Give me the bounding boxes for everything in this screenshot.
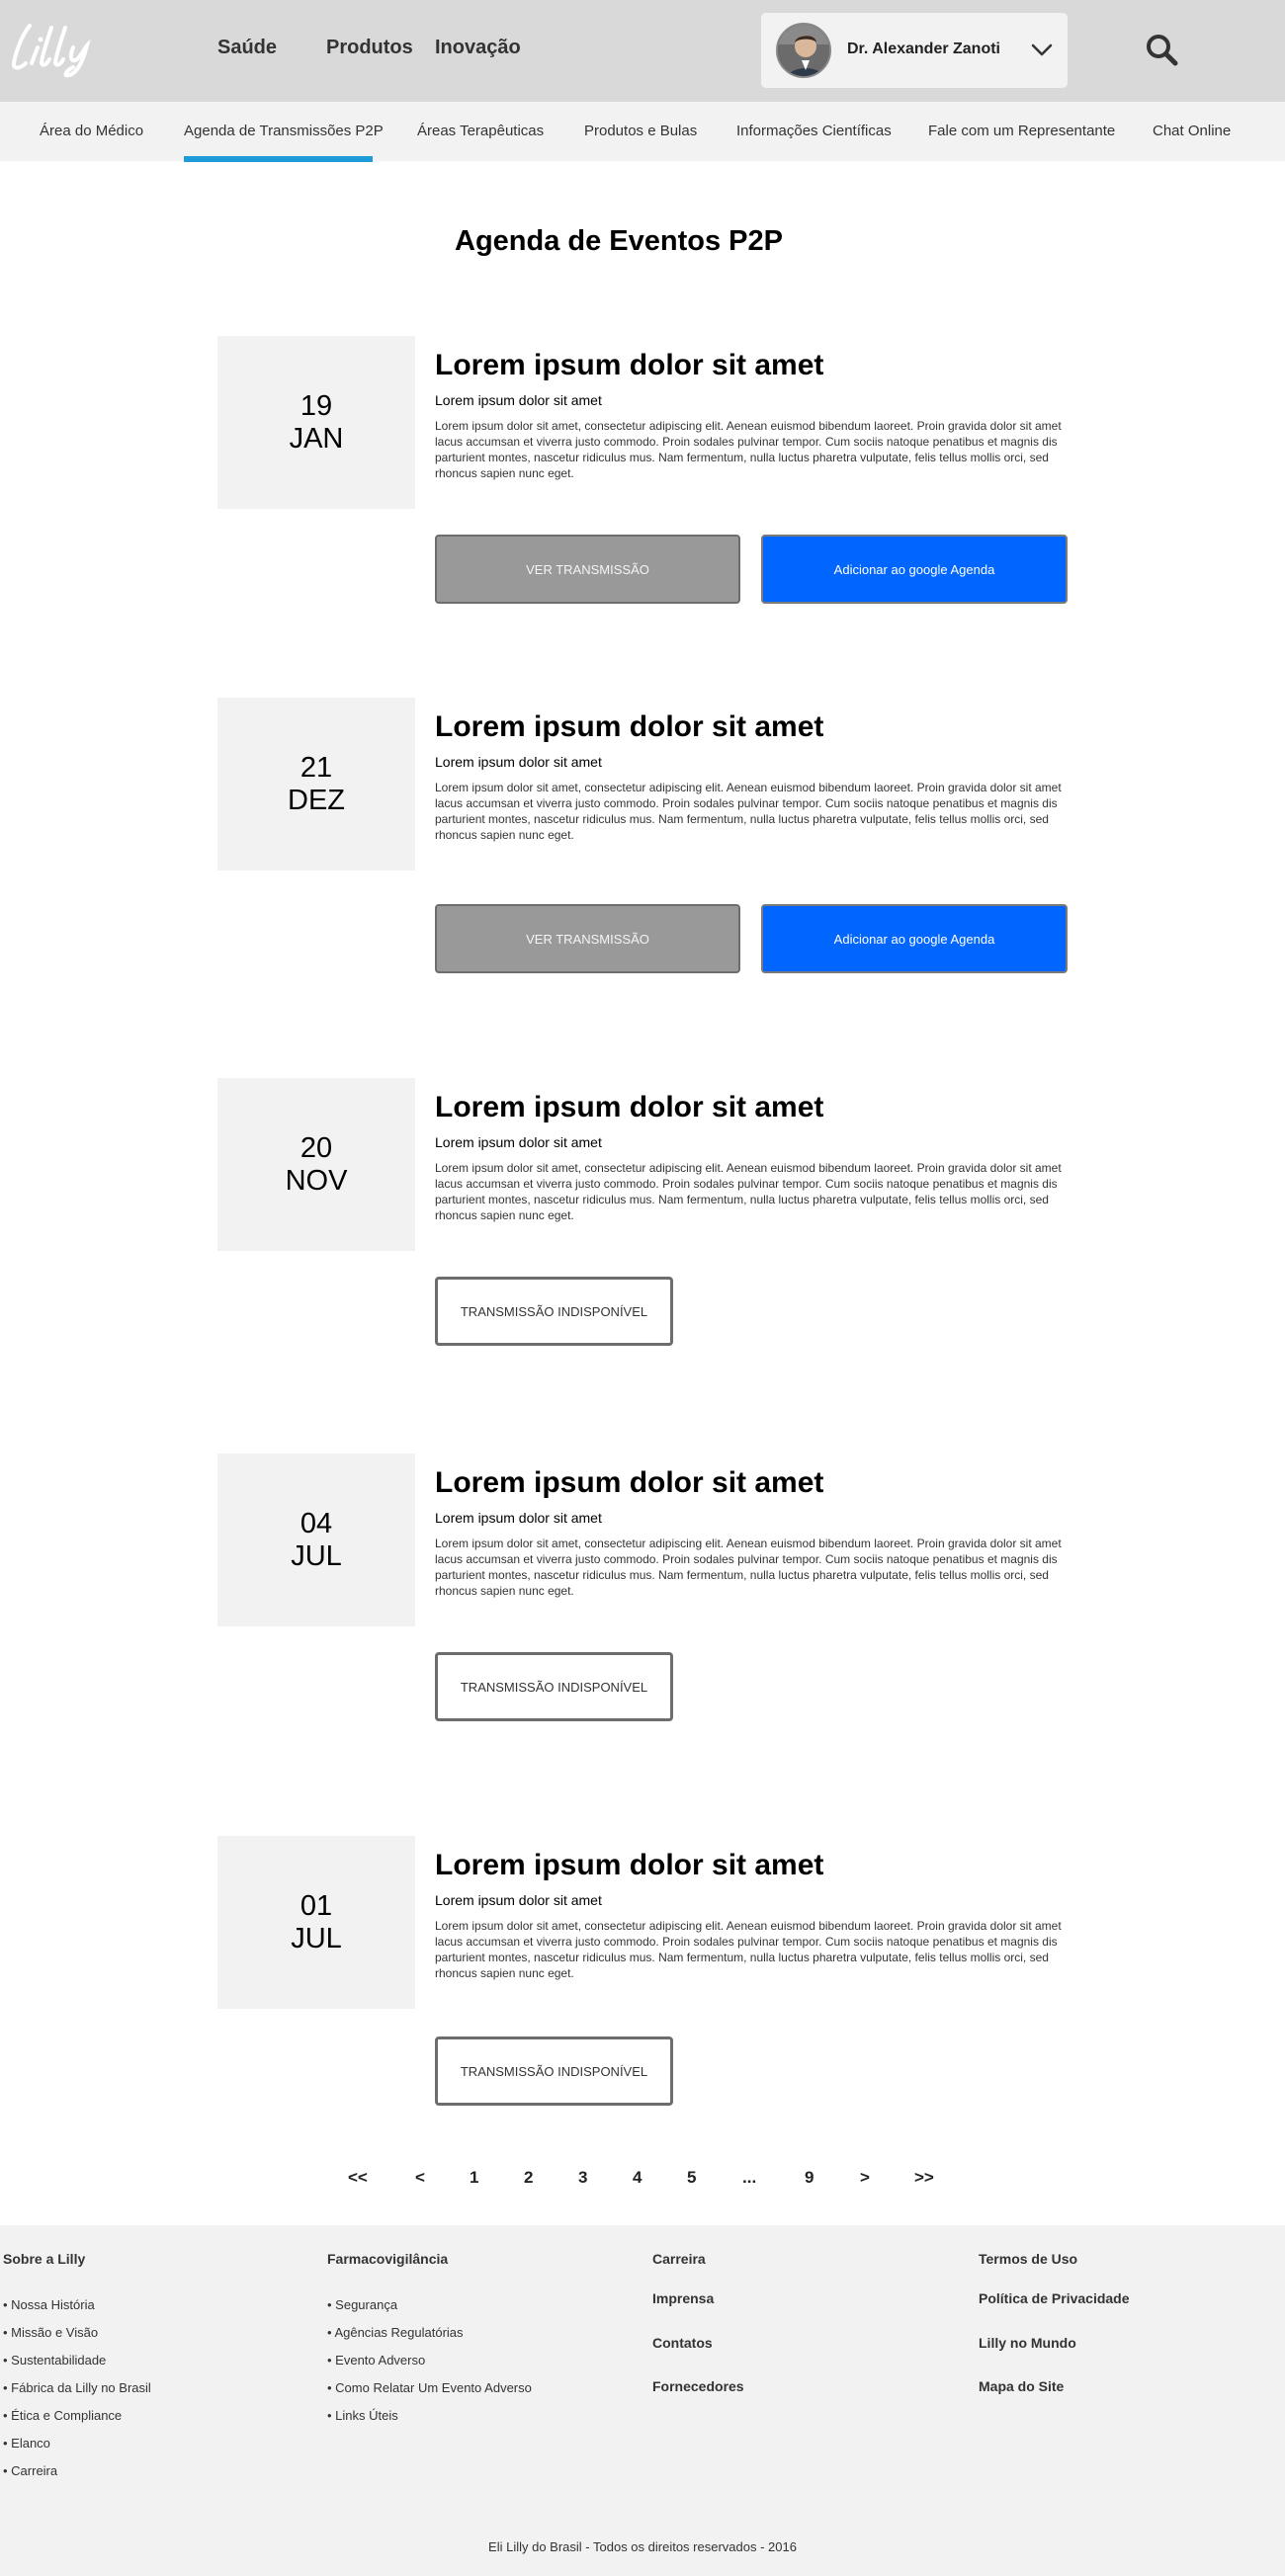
lilly-logo-icon: [11, 24, 91, 78]
footer-link[interactable]: • Como Relatar Um Evento Adverso: [327, 2380, 532, 2395]
event-date: 20 NOV: [217, 1078, 415, 1251]
event-title: Lorem ipsum dolor sit amet: [435, 1091, 824, 1123]
event-date: 21 DEZ: [217, 698, 415, 871]
event-subtitle: Lorem ipsum dolor sit amet: [435, 754, 602, 770]
footer-link[interactable]: • Missão e Visão: [3, 2325, 98, 2340]
broadcast-unavailable-button[interactable]: TRANSMISSÃO INDISPONÍVEL: [435, 2036, 673, 2106]
user-menu[interactable]: Dr. Alexander Zanoti: [761, 13, 1068, 88]
copyright: Eli Lilly do Brasil - Todos os direitos …: [488, 2539, 797, 2554]
pagination-page[interactable]: 4: [633, 2168, 642, 2188]
pagination-first[interactable]: <<: [348, 2168, 368, 2188]
nav-inovacao[interactable]: Inovação: [435, 37, 521, 59]
subnav-areas-terapeuticas[interactable]: Áreas Terapêuticas: [417, 123, 544, 139]
footer-about-title[interactable]: Sobre a Lilly: [3, 2251, 85, 2267]
site-header: Saúde Produtos Inovação Dr. Alexander Za…: [0, 0, 1285, 102]
user-name: Dr. Alexander Zanoti: [847, 41, 1000, 57]
pagination-page[interactable]: 5: [687, 2168, 696, 2188]
event-description: Lorem ipsum dolor sit amet, consectetur …: [435, 1537, 1062, 1598]
footer-link[interactable]: • Fábrica da Lilly no Brasil: [3, 2380, 151, 2395]
lilly-logo[interactable]: [8, 18, 119, 79]
subnav-chat-online[interactable]: Chat Online: [1153, 123, 1231, 139]
pagination-prev[interactable]: <: [415, 2168, 425, 2188]
event-day: 20: [300, 1132, 333, 1164]
event-title: Lorem ipsum dolor sit amet: [435, 710, 824, 743]
subnav-informacoes-cientificas[interactable]: Informações Científicas: [736, 123, 892, 139]
broadcast-unavailable-button[interactable]: TRANSMISSÃO INDISPONÍVEL: [435, 1277, 673, 1346]
subnav-agenda-p2p[interactable]: Agenda de Transmissões P2P: [184, 123, 384, 139]
footer-link-termos[interactable]: Termos de Uso: [979, 2251, 1077, 2267]
search-icon[interactable]: [1145, 33, 1178, 66]
chevron-down-icon[interactable]: [1030, 39, 1054, 62]
footer-pharmacovigilance-title[interactable]: Farmacovigilância: [327, 2251, 448, 2267]
subnav-area-do-medico[interactable]: Área do Médico: [40, 123, 143, 139]
event-date: 01 JUL: [217, 1836, 415, 2009]
event-subtitle: Lorem ipsum dolor sit amet: [435, 1510, 602, 1526]
event-month: DEZ: [288, 785, 345, 816]
event-day: 01: [300, 1890, 333, 1922]
footer-link[interactable]: • Segurança: [327, 2297, 397, 2312]
broadcast-unavailable-button[interactable]: TRANSMISSÃO INDISPONÍVEL: [435, 1652, 673, 1721]
subnav-produtos-bulas[interactable]: Produtos e Bulas: [584, 123, 697, 139]
event-description: Lorem ipsum dolor sit amet, consectetur …: [435, 419, 1062, 480]
event-month: JAN: [289, 423, 344, 455]
footer-link-carreira[interactable]: Carreira: [652, 2251, 706, 2267]
pagination-last[interactable]: >>: [914, 2168, 934, 2188]
event-subtitle: Lorem ipsum dolor sit amet: [435, 1134, 602, 1150]
event-month: JUL: [291, 1540, 342, 1572]
event-title: Lorem ipsum dolor sit amet: [435, 1849, 824, 1881]
view-broadcast-button[interactable]: VER TRANSMISSÃO: [435, 535, 740, 604]
event-day: 19: [300, 390, 333, 422]
event-subtitle: Lorem ipsum dolor sit amet: [435, 1892, 602, 1908]
footer-link-privacidade[interactable]: Política de Privacidade: [979, 2290, 1130, 2306]
avatar: [776, 23, 831, 78]
footer-link[interactable]: • Carreira: [3, 2463, 57, 2478]
footer-link-imprensa[interactable]: Imprensa: [652, 2290, 714, 2306]
event-date: 04 JUL: [217, 1454, 415, 1626]
nav-saude[interactable]: Saúde: [217, 37, 277, 59]
event-description: Lorem ipsum dolor sit amet, consectetur …: [435, 1919, 1062, 1980]
event-description: Lorem ipsum dolor sit amet, consectetur …: [435, 1161, 1062, 1222]
event-subtitle: Lorem ipsum dolor sit amet: [435, 392, 602, 408]
nav-produtos[interactable]: Produtos: [326, 37, 413, 59]
footer-link[interactable]: • Nossa História: [3, 2297, 95, 2312]
footer-link[interactable]: • Evento Adverso: [327, 2353, 425, 2368]
event-day: 21: [300, 752, 333, 784]
footer-link[interactable]: • Ética e Compliance: [3, 2408, 122, 2423]
pagination-page[interactable]: 2: [524, 2168, 533, 2188]
event-title: Lorem ipsum dolor sit amet: [435, 349, 824, 381]
site-footer: Sobre a Lilly • Nossa História • Missão …: [0, 2225, 1285, 2576]
footer-link-contatos[interactable]: Contatos: [652, 2335, 713, 2351]
footer-link[interactable]: • Links Úteis: [327, 2408, 398, 2423]
pagination-page[interactable]: 9: [805, 2168, 814, 2188]
view-broadcast-button[interactable]: VER TRANSMISSÃO: [435, 904, 740, 973]
sub-navigation: Área do Médico Agenda de Transmissões P2…: [0, 102, 1285, 162]
event-date: 19 JAN: [217, 336, 415, 509]
add-google-calendar-button[interactable]: Adicionar ao google Agenda: [761, 904, 1068, 973]
pagination-page[interactable]: 3: [578, 2168, 587, 2188]
footer-link[interactable]: • Elanco: [3, 2436, 50, 2451]
pagination-next[interactable]: >: [860, 2168, 870, 2188]
subnav-fale-representante[interactable]: Fale com um Representante: [928, 123, 1115, 139]
event-month: NOV: [285, 1165, 348, 1197]
event-month: JUL: [291, 1923, 342, 1954]
footer-link-fornecedores[interactable]: Fornecedores: [652, 2378, 744, 2394]
footer-link-lilly-mundo[interactable]: Lilly no Mundo: [979, 2335, 1076, 2351]
footer-link-mapa-site[interactable]: Mapa do Site: [979, 2378, 1064, 2394]
event-day: 04: [300, 1508, 333, 1539]
active-tab-indicator: [184, 156, 373, 162]
footer-link[interactable]: • Agências Regulatórias: [327, 2325, 464, 2340]
event-title: Lorem ipsum dolor sit amet: [435, 1466, 824, 1499]
footer-link[interactable]: • Sustentabilidade: [3, 2353, 106, 2368]
add-google-calendar-button[interactable]: Adicionar ao google Agenda: [761, 535, 1068, 604]
pagination-ellipsis: ...: [742, 2168, 757, 2187]
page-title: Agenda de Eventos P2P: [455, 225, 783, 257]
pagination-page[interactable]: 1: [470, 2168, 478, 2188]
event-description: Lorem ipsum dolor sit amet, consectetur …: [435, 781, 1062, 842]
